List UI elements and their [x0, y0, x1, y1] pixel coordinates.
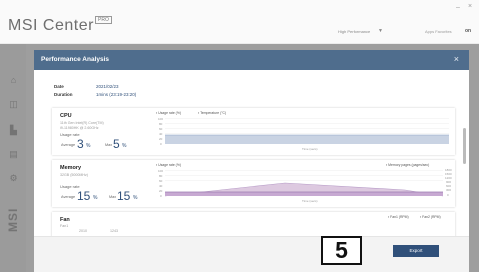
fan-title: Fan [60, 217, 70, 223]
memory-average-label: Average [61, 195, 76, 199]
memory-y-tick: 40 [159, 184, 163, 188]
chevron-down-icon[interactable]: ▼ [378, 28, 383, 34]
cpu-y-tick: 40 [159, 132, 163, 136]
fan-value-a: 2010 [79, 229, 87, 233]
cpu-y-tick: 80 [159, 122, 163, 126]
fan-legend-fan1-text: Fan1 (RPM) [390, 215, 409, 219]
close-icon[interactable]: × [454, 54, 459, 64]
edition-badge: PRO [95, 16, 112, 24]
cpu-y-tick: 60 [159, 127, 163, 131]
toggle-icon[interactable]: on [465, 28, 471, 34]
minimize-icon[interactable]: – [456, 4, 460, 11]
cpu-usage-chart [165, 118, 449, 144]
memory-size: 32GB (5000MHz) [60, 173, 88, 177]
memory-max-unit: % [133, 195, 138, 201]
cpu-model-line2: i9-11980HK @ 2.60GHz [60, 126, 99, 130]
memory-title: Memory [60, 165, 82, 171]
dialog-title: Performance Analysis [41, 56, 110, 63]
fan-sub: Fan1 [60, 224, 69, 228]
memory-y-tick: 100 [158, 169, 164, 173]
mode-select[interactable]: High Performance [338, 29, 370, 34]
duration-label: Duration [54, 92, 73, 97]
cpu-usage-area [165, 135, 449, 144]
cpu-y-tick: 100 [158, 117, 164, 121]
cpu-max-label: Max [105, 143, 113, 147]
memory-y-tick: 60 [159, 179, 163, 183]
memory-card: Memory 32GB (5000MHz) Usage rate Average… [52, 160, 455, 207]
cpu-legend-usage: ▪ Usage rate (%) [156, 111, 181, 115]
close-window-icon[interactable]: × [468, 3, 472, 10]
fan-legend-fan2-text: Fan2 (RPM) [422, 215, 441, 219]
memory-average-unit: % [93, 195, 98, 201]
dialog-header: Performance Analysis × [34, 50, 469, 70]
date-label: Date [54, 84, 64, 89]
memory-legend-usage: ▪ Usage rate (%) [156, 163, 181, 167]
cpu-legend-temp-text: Temperature (°C) [200, 111, 227, 115]
cpu-average-unit: % [86, 143, 91, 149]
memory-max-value: 15 [117, 189, 131, 203]
cpu-legend-temp: ▪ Temperature (°C) [198, 111, 227, 115]
cpu-average-value: 3 [77, 137, 84, 151]
memory-y-tick: 20 [159, 189, 163, 193]
cpu-average-label: Average [61, 143, 76, 147]
memory-usage-area [165, 192, 443, 196]
memory-legend-pages-text: Memory pages (pages/sec) [388, 163, 430, 167]
scrollbar[interactable] [463, 128, 466, 164]
memory-average-value: 15 [77, 189, 91, 203]
cpu-x-label: Time (secs) [302, 147, 318, 151]
memory-legend-pages: ▪ Memory pages (pages/sec) [386, 163, 430, 167]
apps-favorites-label: Apps Favorites [425, 29, 452, 34]
step-number-badge: 5 [321, 236, 362, 265]
date-value: 2021/02/23 [96, 84, 119, 89]
app-title: MSI Center [8, 17, 94, 34]
title-bar: MSI Center PRO High Performance ▼ Apps F… [0, 0, 479, 44]
cpu-max-value: 5 [113, 137, 120, 151]
memory-usage-chart [165, 170, 443, 197]
fan-legend-fan2: ▪ Fan2 (RPM) [420, 215, 441, 219]
export-button[interactable]: Export [393, 245, 439, 257]
memory-y-tick-right: 0 [447, 193, 449, 197]
cpu-max-unit: % [122, 143, 127, 149]
cpu-legend-usage-text: Usage rate (%) [158, 111, 181, 115]
cpu-y-tick: 0 [160, 142, 162, 146]
cpu-y-tick: 20 [159, 137, 163, 141]
memory-y-tick: 80 [159, 174, 163, 178]
memory-x-label: Time (secs) [302, 199, 318, 203]
cpu-card: CPU 11th Gen Intel(R) Core(TM) i9-11980H… [52, 108, 455, 155]
cpu-title: CPU [60, 113, 72, 119]
memory-y-tick: 0 [160, 194, 162, 198]
performance-analysis-dialog: Performance Analysis × Date 2021/02/23 D… [34, 50, 469, 272]
memory-legend-usage-text: Usage rate (%) [158, 163, 181, 167]
memory-max-label: Max [109, 195, 117, 199]
dialog-footer: Export [34, 236, 469, 272]
fan-legend-fan1: ▪ Fan1 (RPM) [388, 215, 409, 219]
duration-value: 1mins (23:19-23:20) [96, 92, 137, 97]
fan-value-b: 1243 [110, 229, 118, 233]
memory-y-tick-right: 300 [446, 188, 452, 192]
